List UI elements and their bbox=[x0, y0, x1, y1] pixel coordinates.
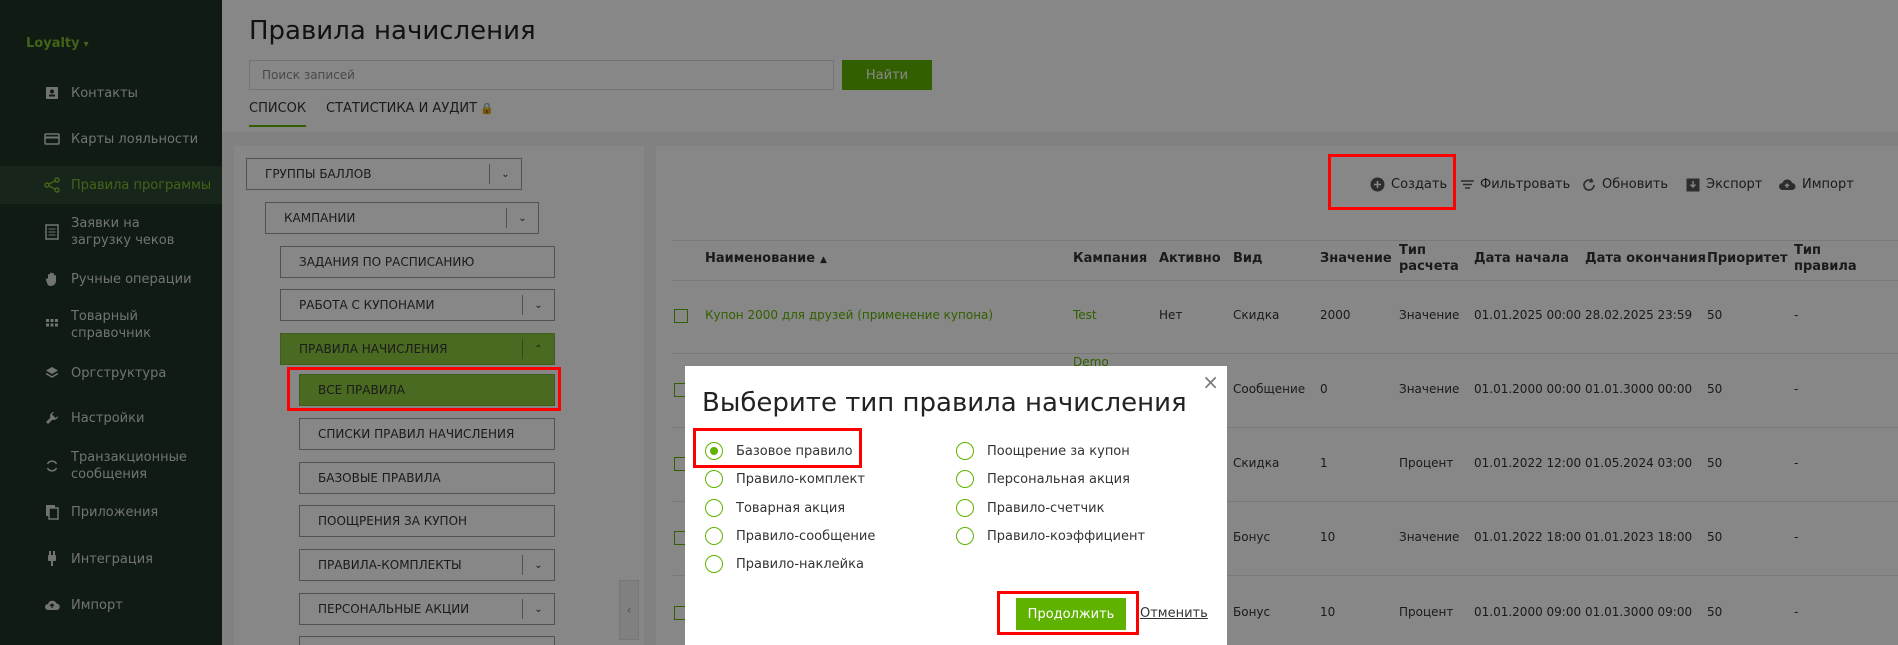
radio-unchecked-icon bbox=[956, 527, 974, 545]
cancel-link[interactable]: Отменить bbox=[1140, 606, 1208, 621]
radio-label: Товарная акция bbox=[736, 500, 846, 516]
radio-unchecked-icon bbox=[956, 499, 974, 517]
radio-label: Правило-коэффициент bbox=[987, 528, 1146, 544]
radio-label: Правило-наклейка bbox=[736, 556, 864, 572]
radio-unchecked-icon bbox=[705, 555, 723, 573]
radio-checked-icon bbox=[705, 442, 723, 460]
radio-label: Правило-комплект bbox=[736, 471, 865, 487]
radio-counter-rule[interactable]: Правило-счетчик bbox=[956, 499, 1104, 517]
rule-type-dialog: × Выберите тип правила начисления Базово… bbox=[685, 366, 1227, 645]
radio-message-rule[interactable]: Правило-сообщение bbox=[705, 527, 875, 545]
radio-label: Правило-сообщение bbox=[736, 528, 876, 544]
dialog-title: Выберите тип правила начисления bbox=[702, 388, 1187, 418]
radio-unchecked-icon bbox=[705, 527, 723, 545]
close-icon[interactable]: × bbox=[1202, 372, 1219, 392]
radio-personal-promo[interactable]: Персональная акция bbox=[956, 470, 1130, 488]
radio-label: Поощрение за купон bbox=[987, 443, 1130, 459]
radio-product-promo[interactable]: Товарная акция bbox=[705, 499, 845, 517]
radio-sticker-rule[interactable]: Правило-наклейка bbox=[705, 555, 864, 573]
radio-unchecked-icon bbox=[956, 470, 974, 488]
radio-label: Персональная акция bbox=[987, 471, 1130, 487]
radio-unchecked-icon bbox=[705, 499, 723, 517]
radio-coefficient-rule[interactable]: Правило-коэффициент bbox=[956, 527, 1145, 545]
radio-unchecked-icon bbox=[956, 442, 974, 460]
radio-label: Правило-счетчик bbox=[987, 500, 1105, 516]
radio-label: Базовое правило bbox=[736, 443, 853, 459]
radio-base-rule[interactable]: Базовое правило bbox=[705, 442, 853, 460]
continue-button[interactable]: Продолжить bbox=[1016, 598, 1126, 630]
radio-rule-kit[interactable]: Правило-комплект bbox=[705, 470, 865, 488]
radio-unchecked-icon bbox=[705, 470, 723, 488]
radio-coupon-reward[interactable]: Поощрение за купон bbox=[956, 442, 1130, 460]
